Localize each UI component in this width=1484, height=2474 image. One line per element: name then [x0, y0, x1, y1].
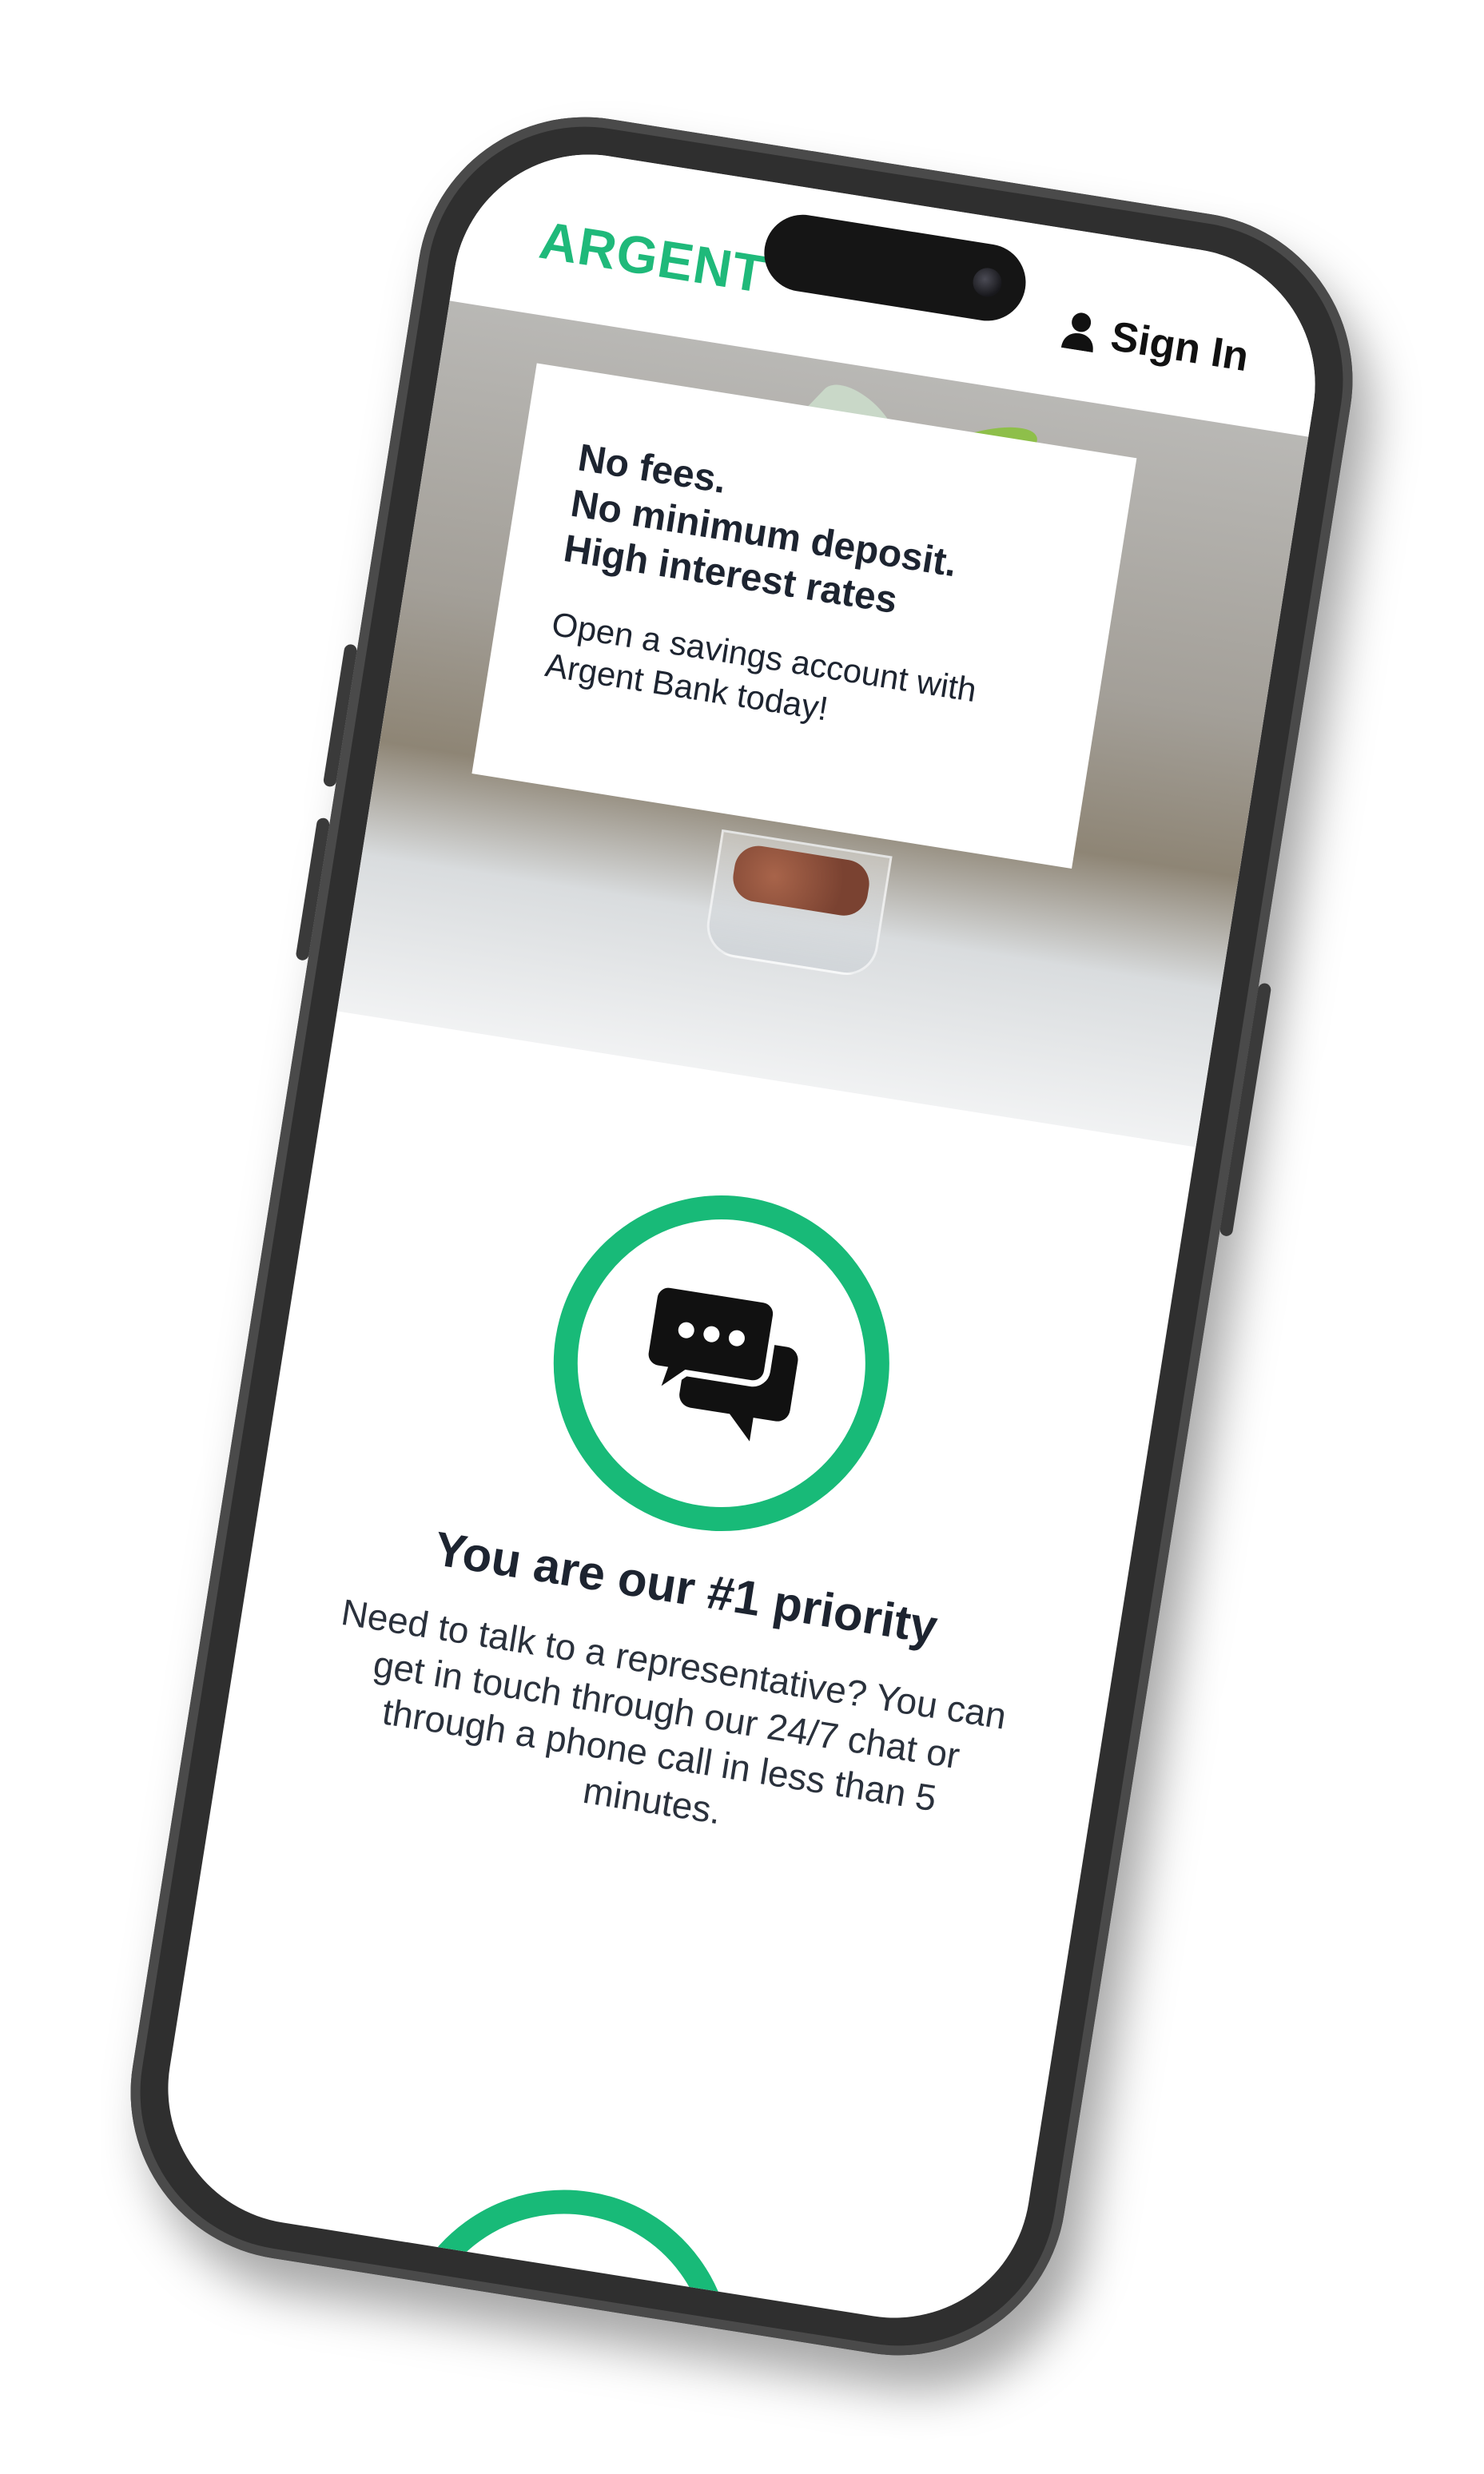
mockup-stage: ARGENT Sign In No fees. No minimum depos… — [0, 0, 1484, 2474]
phone-frame: ARGENT Sign In No fees. No minimum depos… — [106, 93, 1377, 2380]
hero-banner: No fees. No minimum deposit. High intere… — [336, 300, 1309, 1148]
volume-up-button — [322, 643, 358, 788]
sign-in-link[interactable]: Sign In — [1059, 304, 1252, 381]
volume-down-button — [295, 817, 331, 961]
user-icon — [1060, 312, 1093, 353]
camera-icon — [970, 265, 1005, 300]
support-icon-circle — [529, 1171, 914, 1556]
coin-jar-image — [702, 829, 893, 980]
chat-bubbles-icon — [642, 1281, 798, 1442]
coins-image — [730, 842, 873, 920]
sign-in-label: Sign In — [1108, 312, 1252, 381]
power-button — [1219, 982, 1272, 1237]
brand-logo[interactable]: ARGENT — [535, 209, 770, 305]
next-feature-circle — [372, 2166, 756, 2337]
phone-screen: ARGENT Sign In No fees. No minimum depos… — [148, 135, 1335, 2337]
support-feature: You are our #1 priority Need to talk to … — [219, 1130, 1177, 1891]
